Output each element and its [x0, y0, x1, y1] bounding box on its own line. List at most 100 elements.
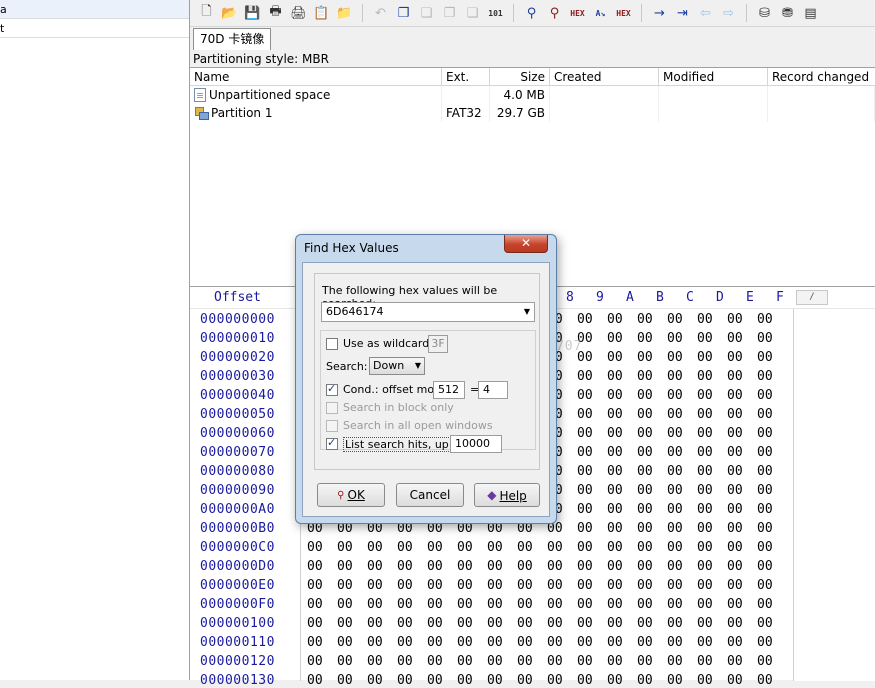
new-file-icon[interactable]: 🗋 — [196, 3, 217, 24]
open-memory-icon[interactable]: ▤ — [800, 3, 821, 24]
table-row[interactable]: Partition 1 FAT32 29.7 GB — [190, 104, 875, 122]
hex-byte[interactable]: 00 — [637, 445, 653, 460]
list-hits-checkbox[interactable] — [326, 436, 338, 450]
hex-byte[interactable]: 00 — [757, 426, 773, 441]
hex-byte[interactable]: 00 — [757, 597, 773, 612]
hex-byte[interactable]: 00 — [367, 540, 383, 555]
hex-byte[interactable]: 00 — [697, 597, 713, 612]
hex-byte[interactable]: 00 — [517, 578, 533, 593]
hex-byte[interactable]: 00 — [607, 559, 623, 574]
hex-byte[interactable]: 00 — [547, 597, 563, 612]
hex-byte[interactable]: 00 — [337, 597, 353, 612]
hex-byte[interactable]: 00 — [727, 369, 743, 384]
chevron-down-icon[interactable]: ▼ — [415, 358, 421, 374]
hex-byte[interactable]: 00 — [487, 654, 503, 669]
save-icon[interactable]: 💾 — [242, 3, 263, 24]
hex-byte[interactable]: 00 — [577, 312, 593, 327]
hex-byte[interactable]: 00 — [727, 464, 743, 479]
hex-byte[interactable]: 00 — [667, 331, 683, 346]
goto-sector-icon[interactable]: ⇥ — [672, 3, 693, 24]
cancel-button[interactable]: Cancel — [396, 483, 464, 507]
help-button[interactable]: ◆ Help — [474, 483, 540, 507]
hex-byte[interactable]: 00 — [697, 559, 713, 574]
hex-byte[interactable]: 00 — [517, 616, 533, 631]
hex-byte[interactable]: 00 — [307, 597, 323, 612]
hex-byte[interactable]: 00 — [667, 540, 683, 555]
hex-byte[interactable]: 00 — [667, 616, 683, 631]
hex-byte[interactable]: 00 — [637, 635, 653, 650]
hex-byte[interactable]: 00 — [307, 635, 323, 650]
hex-byte[interactable]: 00 — [727, 388, 743, 403]
column-header-ext[interactable]: Ext. — [442, 68, 490, 86]
hex-byte[interactable]: 00 — [517, 654, 533, 669]
hex-byte[interactable]: 00 — [577, 635, 593, 650]
all-windows-checkbox[interactable] — [326, 420, 338, 432]
hex-byte[interactable]: 00 — [397, 635, 413, 650]
hex-byte[interactable]: 00 — [637, 369, 653, 384]
hex-byte[interactable]: 00 — [517, 597, 533, 612]
offset-value-input[interactable]: 4 — [478, 381, 508, 399]
hex-byte[interactable]: 00 — [667, 597, 683, 612]
hex-byte[interactable]: 00 — [607, 388, 623, 403]
hex-byte[interactable]: 00 — [427, 540, 443, 555]
hex-byte[interactable]: 00 — [577, 369, 593, 384]
back-icon[interactable]: ⇦ — [695, 3, 716, 24]
hex-values-input[interactable]: 6D646174 ▼ — [321, 302, 535, 322]
hex-byte[interactable]: 00 — [577, 654, 593, 669]
hex-byte[interactable]: 00 — [697, 464, 713, 479]
hex-byte[interactable]: 00 — [727, 350, 743, 365]
hex-byte[interactable]: 00 — [757, 350, 773, 365]
hex-byte[interactable]: 00 — [427, 559, 443, 574]
column-header-modified[interactable]: Modified — [659, 68, 768, 86]
hex-corner-button[interactable]: ∕ — [796, 290, 828, 305]
hex-byte[interactable]: 00 — [607, 502, 623, 517]
hex-byte[interactable]: 00 — [757, 635, 773, 650]
hex-byte[interactable]: 00 — [577, 388, 593, 403]
hex-byte[interactable]: 00 — [547, 559, 563, 574]
hex-byte[interactable]: 00 — [367, 578, 383, 593]
column-header-size[interactable]: Size — [490, 68, 550, 86]
find-hex-icon[interactable]: HEX — [567, 3, 588, 24]
hex-byte[interactable]: 00 — [697, 407, 713, 422]
hex-byte[interactable]: 00 — [727, 578, 743, 593]
hex-byte[interactable]: 00 — [667, 521, 683, 536]
hex-byte[interactable]: 00 — [667, 502, 683, 517]
hex-byte[interactable]: 00 — [667, 654, 683, 669]
hex-byte[interactable]: 00 — [667, 635, 683, 650]
hex-byte[interactable]: 00 — [607, 369, 623, 384]
hex-byte[interactable]: 00 — [757, 654, 773, 669]
column-header-created[interactable]: Created — [550, 68, 659, 86]
hex-byte[interactable]: 00 — [427, 616, 443, 631]
hex-byte[interactable]: 00 — [637, 578, 653, 593]
hex-byte[interactable]: 00 — [757, 578, 773, 593]
hex-byte[interactable]: 00 — [727, 445, 743, 460]
hex-byte[interactable]: 00 — [637, 559, 653, 574]
hex-byte[interactable]: 00 — [517, 559, 533, 574]
hex-byte[interactable]: 00 — [697, 369, 713, 384]
hex-byte[interactable]: 00 — [517, 540, 533, 555]
undo-icon[interactable]: ↶ — [370, 3, 391, 24]
hex-byte[interactable]: 00 — [727, 483, 743, 498]
hex-byte[interactable]: 00 — [367, 673, 383, 688]
goto-offset-icon[interactable]: → — [649, 3, 670, 24]
hex-byte[interactable]: 00 — [307, 559, 323, 574]
hex-byte[interactable]: 00 — [637, 673, 653, 688]
hex-byte[interactable]: 00 — [427, 654, 443, 669]
hex-byte[interactable]: 00 — [607, 331, 623, 346]
hex-byte[interactable]: 00 — [667, 426, 683, 441]
hex-byte[interactable]: 00 — [337, 673, 353, 688]
hex-byte[interactable]: 00 — [577, 426, 593, 441]
hex-byte[interactable]: 00 — [367, 597, 383, 612]
hex-byte[interactable]: 00 — [367, 654, 383, 669]
hex-byte[interactable]: 00 — [637, 407, 653, 422]
hex-byte[interactable]: 00 — [757, 464, 773, 479]
hex-byte[interactable]: 00 — [667, 407, 683, 422]
hex-byte[interactable]: 00 — [457, 673, 473, 688]
hex-byte[interactable]: 00 — [487, 578, 503, 593]
hex-byte[interactable]: 00 — [547, 673, 563, 688]
hex-byte[interactable]: 00 — [457, 654, 473, 669]
hex-byte[interactable]: 00 — [487, 616, 503, 631]
hex-byte[interactable]: 00 — [547, 654, 563, 669]
print-preview-icon[interactable]: 🖨 — [288, 3, 309, 24]
hex-byte[interactable]: 00 — [637, 331, 653, 346]
